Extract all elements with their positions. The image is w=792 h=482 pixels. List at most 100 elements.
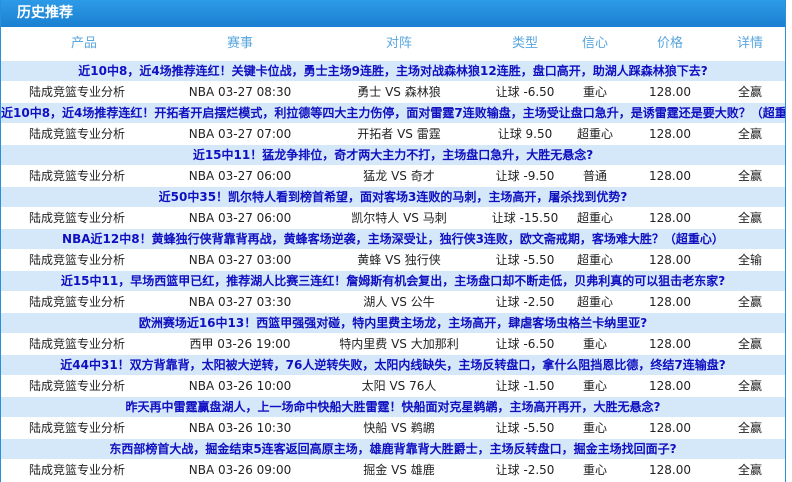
match-cell: 凯尔特人 VS 马刺 bbox=[351, 211, 447, 225]
headline-link[interactable]: 近10中8，近4场推荐连红！关键卡位战，勇士主场9连胜，主场对战森林狼12连胜，… bbox=[1, 61, 785, 81]
headline-link[interactable]: 近44中31！双方背靠背，太阳被大逆转，76人逆转失败，太阳内线缺失，主场反转盘… bbox=[1, 355, 785, 375]
headline-link[interactable]: 昨天再中雷霆赢盘湖人，上一场命中快船大胜雷霆！快船面对克星鹈鹕，主场高开再开，大… bbox=[1, 397, 785, 417]
col-type: 类型 bbox=[511, 36, 538, 51]
table-row: 陆成竞篮专业分析 NBA 03-27 03:30 湖人 VS 公牛 让球 -2.50 超… bbox=[1, 291, 785, 313]
match-cell: 湖人 VS 公牛 bbox=[363, 295, 435, 309]
event-cell: 西甲 03-26 19:00 bbox=[189, 337, 291, 351]
type-cell: 让球 -6.50 bbox=[495, 85, 555, 99]
detail-cell[interactable]: 全赢 bbox=[715, 291, 785, 313]
headline-link[interactable]: 近50中35！凯尔特人看到榜首希望，面对客场3连败的马刺，主场高开，屠杀找到优势… bbox=[1, 187, 785, 207]
price-cell: 128.00 bbox=[649, 85, 691, 99]
type-cell: 让球 -6.50 bbox=[495, 337, 555, 351]
price-cell: 128.00 bbox=[649, 211, 691, 225]
price-cell: 128.00 bbox=[649, 337, 691, 351]
product-cell: 陆成竞篮专业分析 bbox=[29, 127, 126, 141]
detail-cell[interactable]: 全赢 bbox=[715, 459, 785, 481]
detail-cell[interactable]: 全赢 bbox=[715, 333, 785, 355]
headline-link[interactable]: 东西部榜首大战，掘金结束5连客返回高原主场，雄鹿背靠背大胜爵士，主场反转盘口，掘… bbox=[1, 439, 785, 459]
headline-link[interactable]: NBA近12中8！黄蜂独行侠背靠背再战，黄蜂客场逆袭，主场深受让，独行侠3连败，… bbox=[1, 229, 785, 249]
confidence-cell: 超重心 bbox=[576, 211, 613, 225]
detail-cell[interactable]: 全赢 bbox=[715, 417, 785, 439]
event-cell: NBA 03-27 06:00 bbox=[188, 211, 292, 225]
event-cell: NBA 03-27 06:00 bbox=[188, 169, 292, 183]
event-cell: NBA 03-27 03:30 bbox=[188, 295, 292, 309]
table-row: 陆成竞篮专业分析 NBA 03-26 10:00 太阳 VS 76人 让球 -1.50… bbox=[1, 375, 785, 397]
price-cell: 128.00 bbox=[649, 463, 691, 477]
event-cell: NBA 03-27 08:30 bbox=[188, 85, 292, 99]
type-cell: 让球 9.50 bbox=[497, 127, 553, 141]
product-cell: 陆成竞篮专业分析 bbox=[29, 421, 126, 435]
match-cell: 黄蜂 VS 独行侠 bbox=[357, 253, 441, 267]
event-cell: NBA 03-26 10:00 bbox=[188, 379, 292, 393]
type-cell: 让球 -2.50 bbox=[495, 295, 555, 309]
type-cell: 让球 -2.50 bbox=[495, 463, 555, 477]
table-row: 陆成竞篮专业分析 NBA 03-26 10:30 快船 VS 鹈鹕 让球 -5.50 重… bbox=[1, 417, 785, 439]
table-row: 陆成竞篮专业分析 NBA 03-26 09:00 掘金 VS 雄鹿 让球 -2.50 重… bbox=[1, 459, 785, 481]
price-cell: 128.00 bbox=[649, 169, 691, 183]
type-cell: 让球 -9.50 bbox=[495, 169, 555, 183]
price-cell: 128.00 bbox=[649, 295, 691, 309]
match-cell: 特内里费 VS 大加那利 bbox=[339, 337, 459, 351]
type-cell: 让球 -15.50 bbox=[491, 211, 559, 225]
table-row: 陆成竞篮专业分析 NBA 03-27 03:00 黄蜂 VS 独行侠 让球 -5.50… bbox=[1, 249, 785, 271]
product-cell: 陆成竞篮专业分析 bbox=[29, 295, 126, 309]
detail-cell[interactable]: 全赢 bbox=[715, 165, 785, 187]
col-confidence: 信心 bbox=[581, 36, 608, 51]
detail-cell[interactable]: 全赢 bbox=[715, 207, 785, 229]
col-match: 对阵 bbox=[385, 36, 412, 51]
type-cell: 让球 -5.50 bbox=[495, 421, 555, 435]
table-row: 陆成竞篮专业分析 NBA 03-27 06:00 猛龙 VS 奇才 让球 -9.50 普… bbox=[1, 165, 785, 187]
event-cell: NBA 03-27 03:00 bbox=[188, 253, 292, 267]
confidence-cell: 超重心 bbox=[576, 127, 613, 141]
table-header: 产品 赛事 对阵 类型 信心 价格 详情 bbox=[1, 27, 785, 61]
event-cell: NBA 03-26 10:30 bbox=[188, 421, 292, 435]
price-cell: 128.00 bbox=[649, 379, 691, 393]
recommendation-list: 近10中8，近4场推荐连红！关键卡位战，勇士主场9连胜，主场对战森林狼12连胜，… bbox=[1, 61, 785, 481]
confidence-cell: 重心 bbox=[582, 421, 607, 435]
price-cell: 128.00 bbox=[649, 253, 691, 267]
confidence-cell: 重心 bbox=[582, 379, 607, 393]
product-cell: 陆成竞篮专业分析 bbox=[29, 211, 126, 225]
type-cell: 让球 -5.50 bbox=[495, 253, 555, 267]
match-cell: 开拓者 VS 雷霆 bbox=[357, 127, 441, 141]
confidence-cell: 重心 bbox=[582, 337, 607, 351]
product-cell: 陆成竞篮专业分析 bbox=[29, 85, 126, 99]
product-cell: 陆成竞篮专业分析 bbox=[29, 337, 126, 351]
table-row: 陆成竞篮专业分析 NBA 03-27 06:00 凯尔特人 VS 马刺 让球 -15.… bbox=[1, 207, 785, 229]
headline-link[interactable]: 近10中8，近4场推荐连红！开拓者开启摆烂模式，利拉德等四大主力伤停，面对雷霆7… bbox=[1, 103, 785, 123]
detail-cell[interactable]: 全赢 bbox=[715, 375, 785, 397]
col-detail: 详情 bbox=[736, 36, 763, 51]
price-cell: 128.00 bbox=[649, 421, 691, 435]
match-cell: 快船 VS 鹈鹕 bbox=[363, 421, 435, 435]
event-cell: NBA 03-26 09:00 bbox=[188, 463, 292, 477]
product-cell: 陆成竞篮专业分析 bbox=[29, 463, 126, 477]
confidence-cell: 超重心 bbox=[576, 295, 613, 309]
confidence-cell: 重心 bbox=[582, 85, 607, 99]
history-panel: 历史推荐 产品 赛事 对阵 类型 信心 价格 详情 近10中8，近4场推荐连红！… bbox=[0, 0, 786, 482]
type-cell: 让球 -1.50 bbox=[495, 379, 555, 393]
detail-cell[interactable]: 全赢 bbox=[715, 123, 785, 145]
col-event: 赛事 bbox=[226, 36, 253, 51]
price-cell: 128.00 bbox=[649, 127, 691, 141]
product-cell: 陆成竞篮专业分析 bbox=[29, 169, 126, 183]
match-cell: 掘金 VS 雄鹿 bbox=[363, 463, 435, 477]
col-product: 产品 bbox=[70, 36, 97, 51]
match-cell: 勇士 VS 森林狼 bbox=[357, 85, 441, 99]
headline-link[interactable]: 近15中11！猛龙争排位，奇才两大主力不打，主场盘口急升，大胜无悬念? bbox=[1, 145, 785, 165]
confidence-cell: 重心 bbox=[582, 463, 607, 477]
product-cell: 陆成竞篮专业分析 bbox=[29, 379, 126, 393]
confidence-cell: 普通 bbox=[582, 169, 607, 183]
detail-cell[interactable]: 全输 bbox=[715, 249, 785, 271]
detail-cell[interactable]: 全赢 bbox=[715, 81, 785, 103]
col-price: 价格 bbox=[656, 36, 683, 51]
table-row: 陆成竞篮专业分析 NBA 03-27 07:00 开拓者 VS 雷霆 让球 9.50 超… bbox=[1, 123, 785, 145]
match-cell: 太阳 VS 76人 bbox=[361, 379, 437, 393]
event-cell: NBA 03-27 07:00 bbox=[188, 127, 292, 141]
headline-link[interactable]: 近15中11，早场西篮甲已红，推荐湖人比赛三连红！詹姆斯有机会复出，主场盘口却不… bbox=[1, 271, 785, 291]
table-row: 陆成竞篮专业分析 西甲 03-26 19:00 特内里费 VS 大加那利 让球 -6.… bbox=[1, 333, 785, 355]
match-cell: 猛龙 VS 奇才 bbox=[363, 169, 435, 183]
confidence-cell: 超重心 bbox=[576, 253, 613, 267]
headline-link[interactable]: 欧洲赛场近16中13！西篮甲强强对碰，特内里费主场龙，主场高开，肆虐客场虫格兰卡… bbox=[1, 313, 785, 333]
table-row: 陆成竞篮专业分析 NBA 03-27 08:30 勇士 VS 森林狼 让球 -6.50… bbox=[1, 81, 785, 103]
panel-title: 历史推荐 bbox=[1, 0, 785, 27]
